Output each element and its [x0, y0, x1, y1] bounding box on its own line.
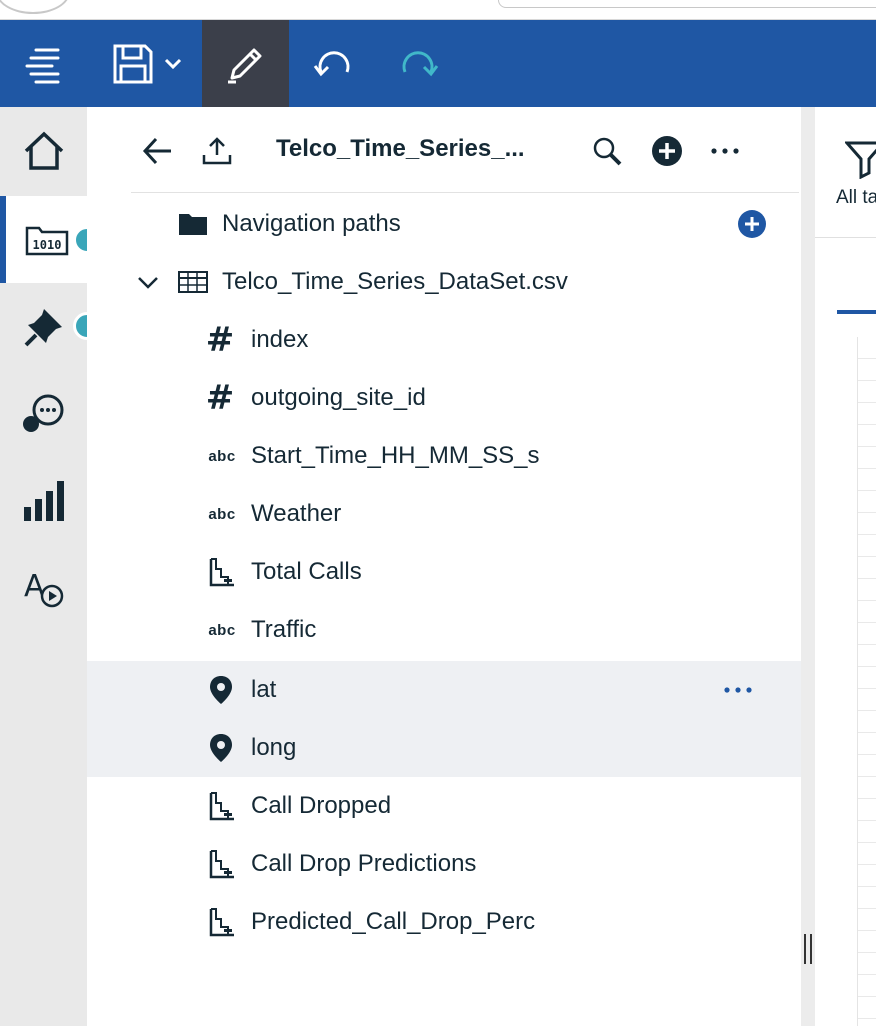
column-row-outgoing-site-id[interactable]: # outgoing_site_id: [87, 369, 801, 427]
column-label: index: [251, 326, 309, 353]
data-panel: Telco_Time_Series_... Navigation paths T…: [87, 107, 801, 1026]
column-label: Predicted_Call_Drop_Perc: [251, 908, 536, 935]
column-row-call-drop-predictions[interactable]: Call Drop Predictions: [87, 835, 801, 893]
bar-chart-icon: [23, 480, 64, 521]
add-circle-icon: [738, 210, 766, 238]
splitter-grip-icon[interactable]: [804, 934, 812, 964]
column-row-lat[interactable]: lat: [87, 661, 801, 719]
column-row-index[interactable]: # index: [87, 311, 801, 369]
back-arrow-icon: [142, 137, 171, 165]
column-label: Call Dropped: [251, 792, 392, 819]
panel-splitter[interactable]: [801, 107, 815, 1026]
numeric-id-icon: #: [205, 320, 235, 360]
more-button[interactable]: [707, 133, 743, 169]
rail-item-navigation[interactable]: A: [0, 544, 87, 631]
browser-strip: [0, 0, 876, 20]
left-rail: 1010 A: [0, 107, 101, 1026]
column-row-call-dropped[interactable]: Call Dropped: [87, 777, 801, 835]
column-label: Traffic: [251, 616, 317, 643]
column-label: long: [251, 734, 297, 761]
address-bar[interactable]: [498, 0, 876, 8]
active-tab-indicator: [837, 310, 876, 314]
dataset-row[interactable]: Telco_Time_Series_DataSet.csv: [87, 253, 801, 311]
more-icon: [711, 148, 739, 154]
column-row-long[interactable]: long: [87, 719, 801, 777]
menu-icon: [25, 48, 59, 83]
column-label: lat: [251, 676, 277, 703]
measure-icon: [207, 557, 237, 587]
undo-button[interactable]: [300, 20, 366, 107]
text-type-icon: abc: [208, 621, 236, 639]
back-button[interactable]: [139, 133, 175, 169]
measure-icon: [207, 849, 237, 879]
column-row-predicted-call-drop-perc[interactable]: Predicted_Call_Drop_Perc: [87, 893, 801, 951]
column-row-weather[interactable]: abc Weather: [87, 485, 801, 543]
column-row-total-calls[interactable]: Total Calls: [87, 543, 801, 601]
navigation-paths-label: Navigation paths: [222, 210, 401, 237]
chevron-down-icon[interactable]: [135, 272, 161, 292]
upload-icon: [202, 137, 232, 165]
data-source-icon: 1010: [25, 226, 68, 255]
chevron-down-icon[interactable]: [163, 57, 183, 71]
rail-item-assistant[interactable]: [0, 370, 87, 457]
divider: [815, 237, 876, 238]
row-more-button[interactable]: [721, 680, 755, 700]
undo-icon: [313, 50, 350, 76]
location-pin-icon: [207, 675, 235, 705]
svg-text:1010: 1010: [32, 238, 61, 252]
numeric-id-icon: #: [205, 378, 235, 418]
rail-item-visualizations[interactable]: [0, 457, 87, 544]
rail-item-home[interactable]: [0, 107, 87, 194]
add-button[interactable]: [649, 133, 685, 169]
measure-icon: [207, 907, 237, 937]
pin-icon: [24, 308, 62, 346]
app-toolbar: [0, 20, 876, 107]
add-icon: [652, 136, 682, 166]
save-icon: [113, 44, 153, 83]
table-icon: [177, 269, 209, 295]
edit-button[interactable]: [202, 20, 289, 107]
page-title: Telco_Time_Series_...: [276, 135, 525, 162]
search-icon: [593, 137, 622, 166]
redo-icon: [402, 50, 439, 76]
save-button[interactable]: [106, 20, 188, 107]
folder-icon: [177, 210, 209, 238]
redo-button[interactable]: [386, 20, 452, 107]
canvas-area: All ta: [815, 107, 876, 1026]
column-label: outgoing_site_id: [251, 384, 426, 411]
column-row-start-time[interactable]: abc Start_Time_HH_MM_SS_s: [87, 427, 801, 485]
column-label: Weather: [251, 500, 342, 527]
navigation-paths-row[interactable]: Navigation paths: [87, 195, 801, 253]
column-label: Total Calls: [251, 558, 362, 585]
filter-icon[interactable]: [845, 139, 876, 179]
measure-icon: [207, 791, 237, 821]
column-label: Start_Time_HH_MM_SS_s: [251, 442, 540, 469]
menu-button[interactable]: [0, 20, 87, 107]
text-type-icon: abc: [208, 447, 236, 465]
filter-scope-label[interactable]: All ta: [836, 187, 876, 209]
text-type-icon: abc: [208, 505, 236, 523]
dataset-label: Telco_Time_Series_DataSet.csv: [222, 268, 568, 295]
location-pin-icon: [207, 733, 235, 763]
chat-icon: [22, 394, 63, 432]
browser-button[interactable]: [0, 0, 70, 14]
panel-header: Telco_Time_Series_...: [131, 107, 799, 193]
edit-icon: [227, 48, 261, 83]
text-play-icon: A: [24, 569, 63, 607]
canvas-grid: [857, 337, 876, 1026]
home-icon: [24, 131, 63, 170]
column-row-traffic[interactable]: abc Traffic: [87, 601, 801, 659]
search-button[interactable]: [589, 133, 625, 169]
upload-button[interactable]: [199, 133, 235, 169]
more-icon: [724, 687, 752, 693]
add-navigation-path-button[interactable]: [737, 209, 767, 239]
column-label: Call Drop Predictions: [251, 850, 477, 877]
